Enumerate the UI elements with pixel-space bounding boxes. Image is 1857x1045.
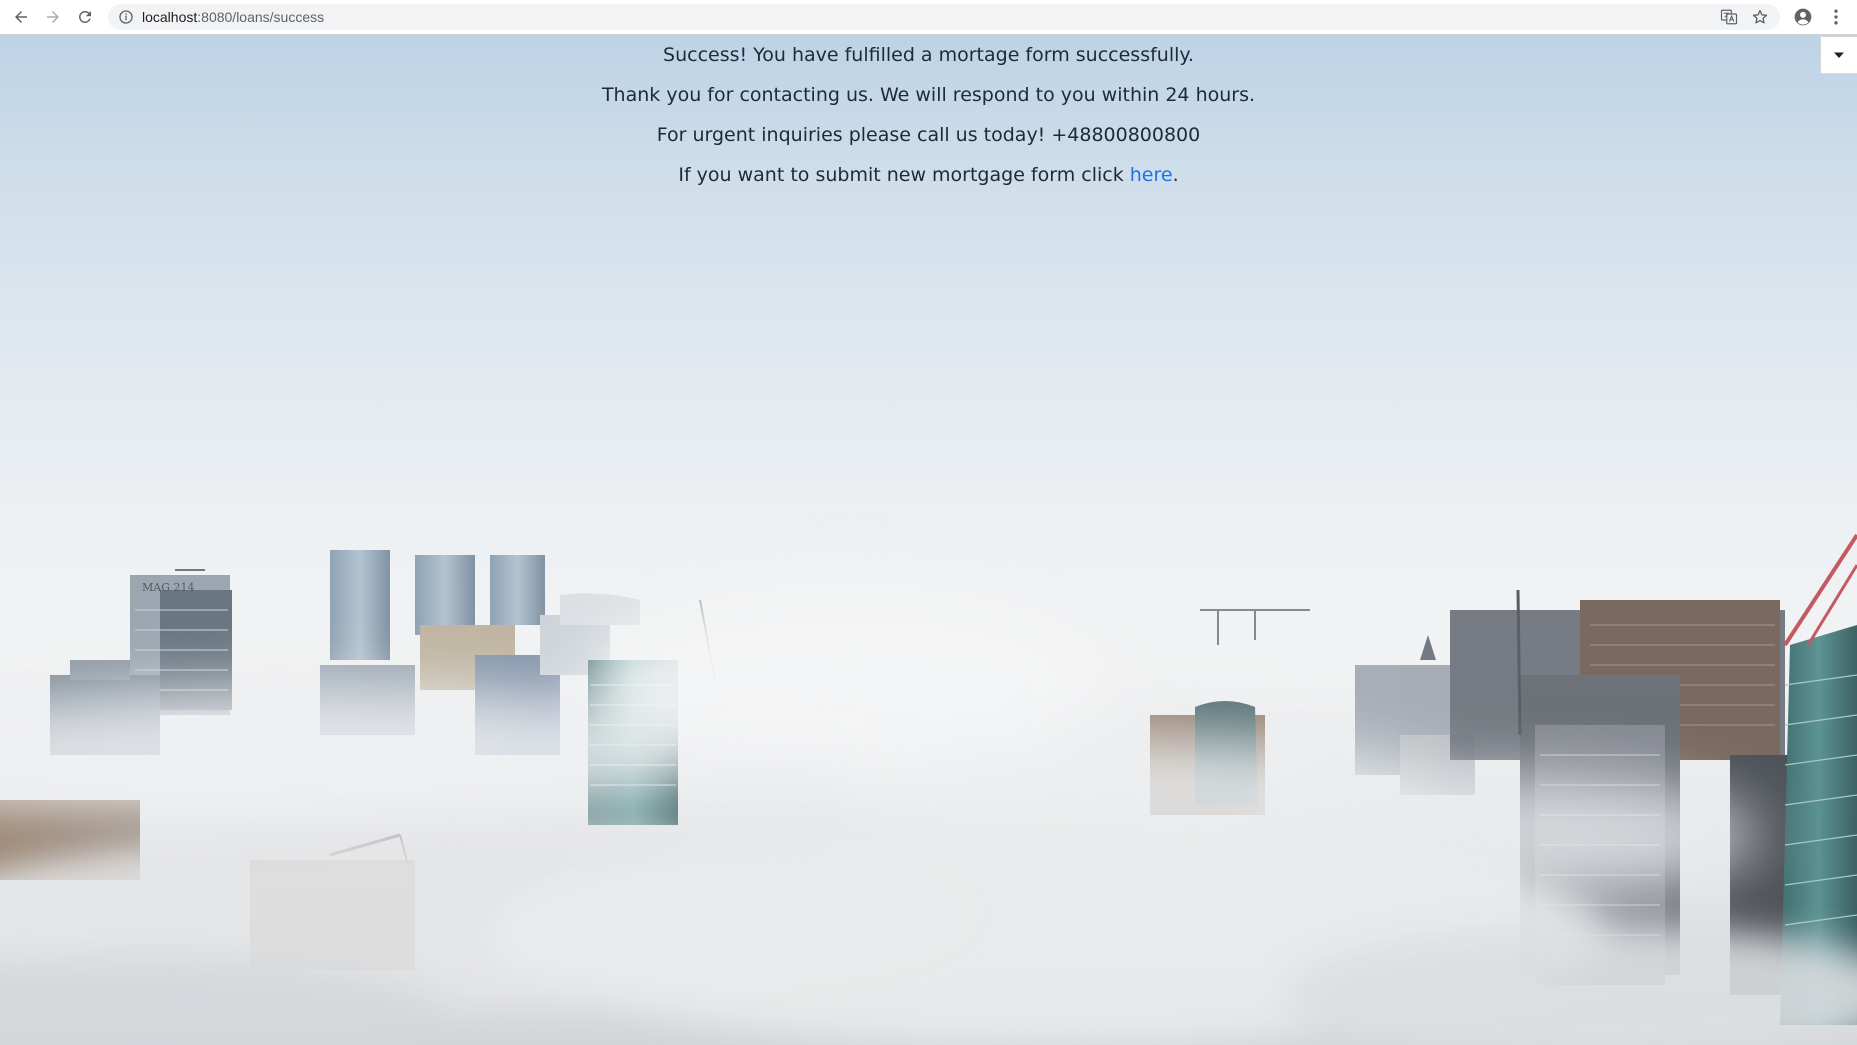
url-path: :8080/loans/success xyxy=(197,9,325,25)
caret-down-icon xyxy=(1834,52,1844,58)
url-text[interactable]: localhost:8080/loans/success xyxy=(142,8,324,26)
reload-button[interactable] xyxy=(72,4,98,30)
building-sign: MAG 214 xyxy=(142,581,195,594)
success-message: Success! You have fulfilled a mortage fo… xyxy=(0,35,1857,195)
reload-icon xyxy=(78,10,91,23)
response-time-text: Thank you for contacting us. We will res… xyxy=(601,84,1256,106)
url-host: localhost xyxy=(142,9,198,25)
info-icon[interactable] xyxy=(118,9,134,25)
forward-button[interactable] xyxy=(40,4,66,30)
star-icon[interactable] xyxy=(1751,8,1769,26)
page-viewport: MAG 214 Success! You have fulfilled a mo… xyxy=(0,35,1857,1045)
success-heading: Success! You have fulfilled a mortage fo… xyxy=(663,44,1194,66)
kebab-menu-icon[interactable] xyxy=(1826,7,1846,27)
urgent-contact-text: For urgent inquiries please call us toda… xyxy=(656,124,1201,146)
account-circle-icon[interactable] xyxy=(1793,7,1813,27)
back-button[interactable] xyxy=(8,4,34,30)
new-form-text: If you want to submit new mortgage form … xyxy=(0,155,1857,195)
browser-toolbar: localhost:8080/loans/success xyxy=(0,0,1857,35)
arrow-left-icon xyxy=(15,11,27,23)
dropdown-toggle-button[interactable] xyxy=(1820,36,1857,74)
arrow-right-icon xyxy=(47,11,59,23)
address-bar[interactable]: localhost:8080/loans/success xyxy=(108,4,1780,30)
translate-icon[interactable] xyxy=(1720,8,1738,26)
new-form-link[interactable]: here xyxy=(1130,164,1173,186)
new-form-suffix: . xyxy=(1172,164,1179,186)
new-form-prefix: If you want to submit new mortgage form … xyxy=(678,164,1130,186)
